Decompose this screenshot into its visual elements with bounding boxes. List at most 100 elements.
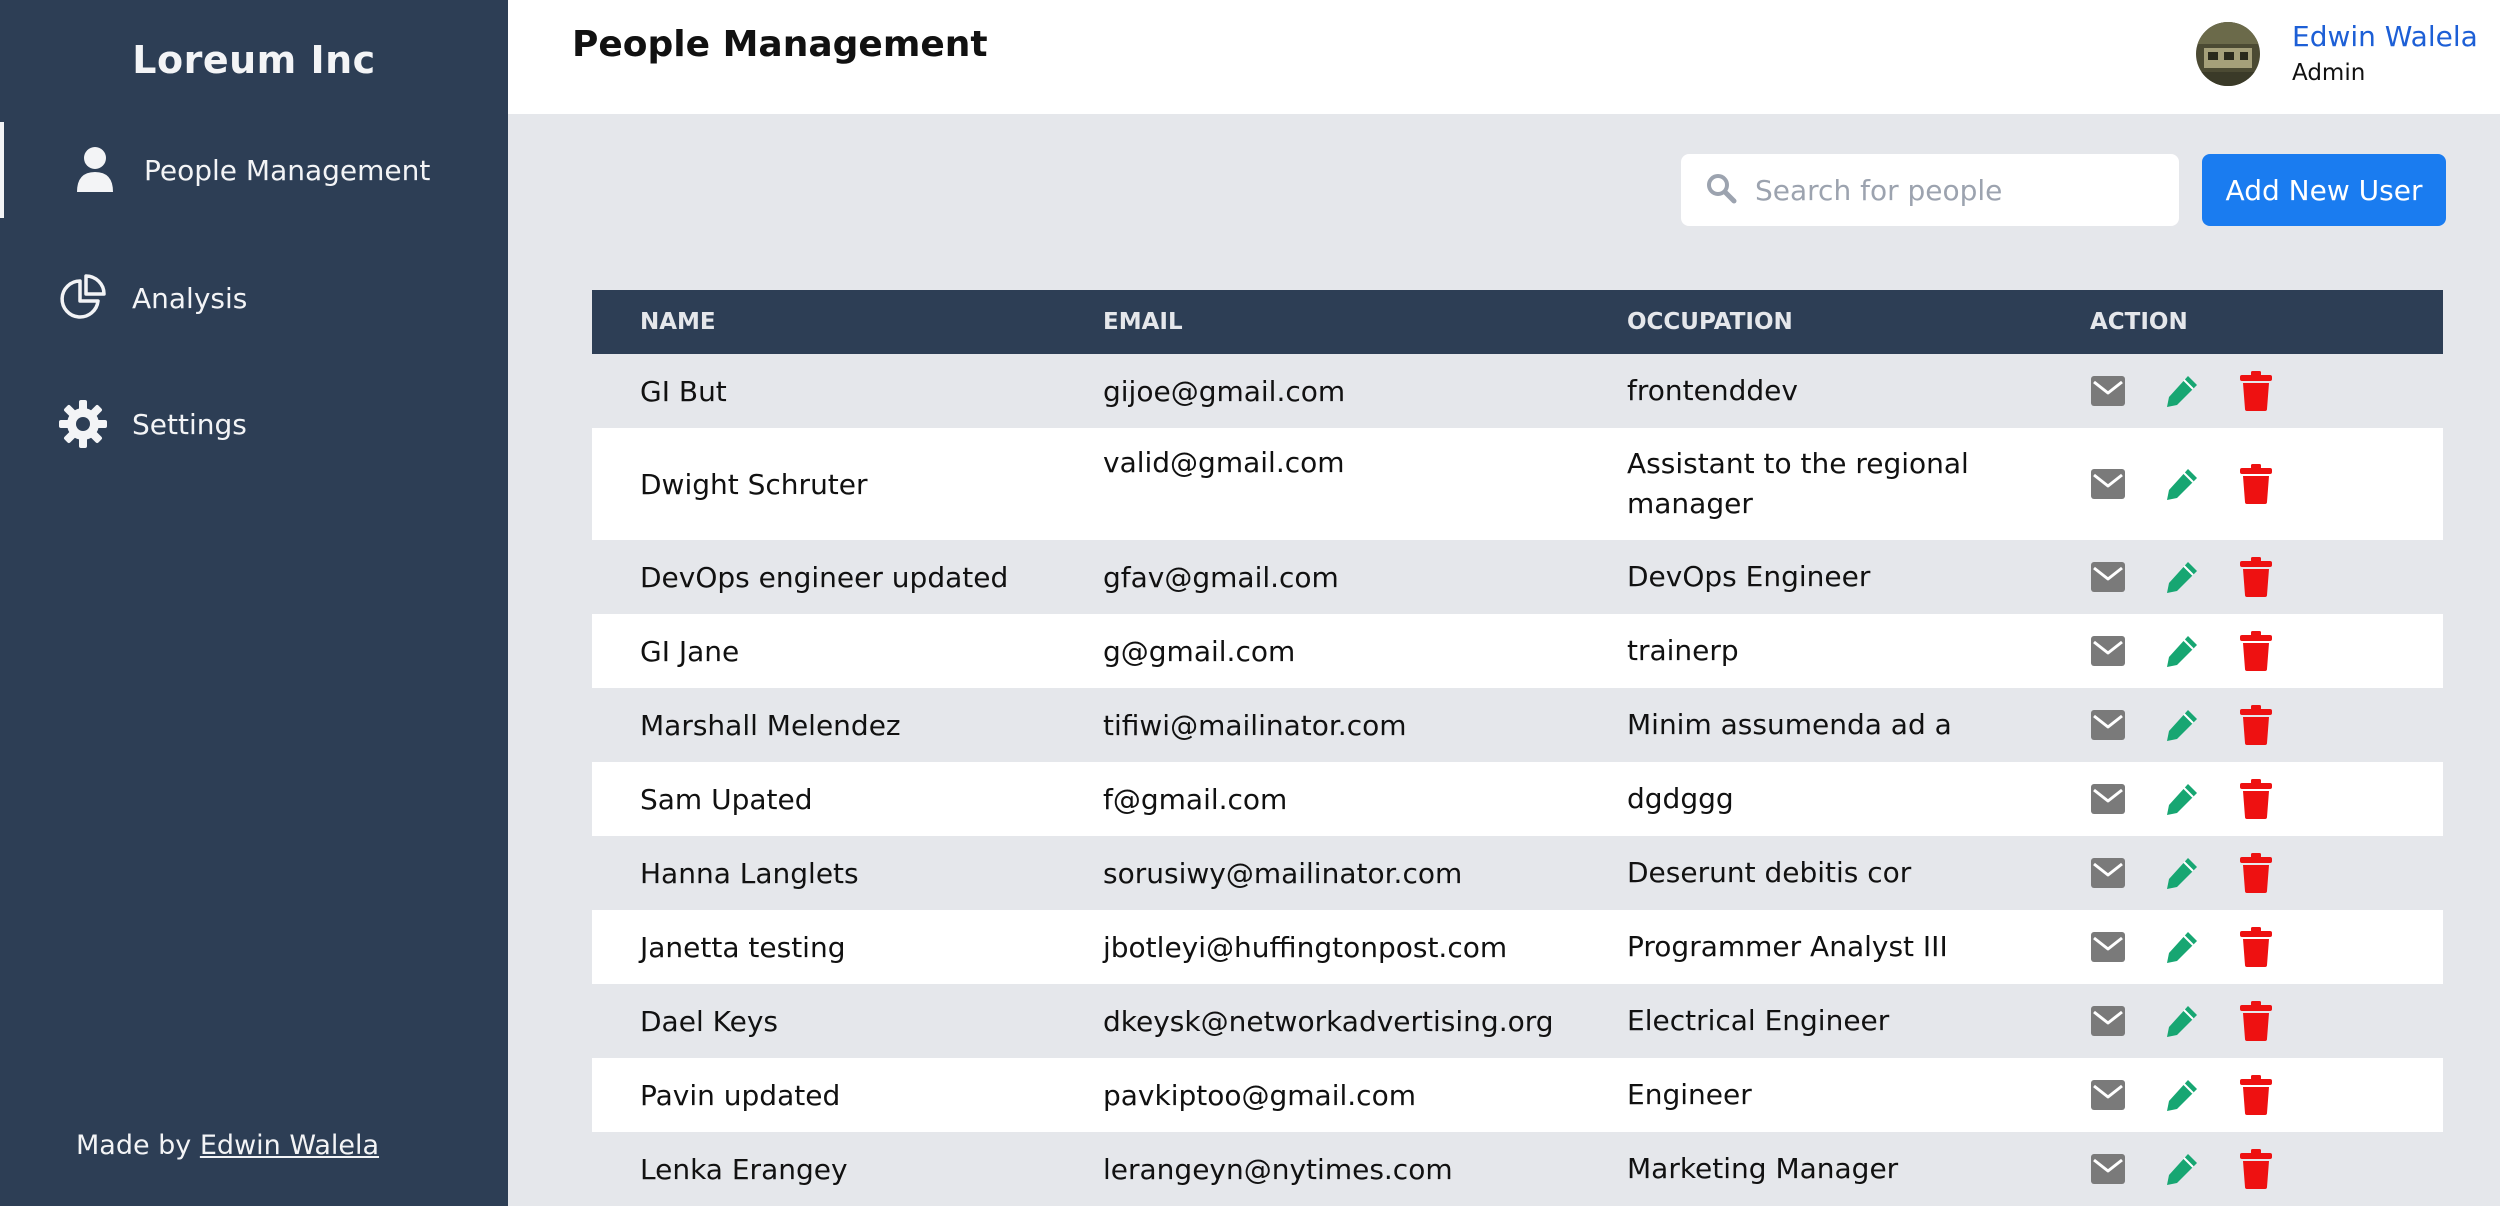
- author-link[interactable]: Edwin Walela: [200, 1130, 379, 1161]
- cell-occupation: DevOps Engineer: [1627, 560, 1871, 593]
- email-icon[interactable]: [2090, 1075, 2126, 1115]
- cell-occupation: trainerp: [1627, 634, 1739, 667]
- email-icon[interactable]: [2090, 631, 2126, 671]
- main-content: People Management Edwin Walela Admin Sea…: [508, 0, 2500, 1206]
- cell-occupation: Assistant to the regional manager: [1627, 447, 1969, 520]
- email-icon[interactable]: [2090, 1149, 2126, 1189]
- cell-occupation: Deserunt debitis cor: [1627, 856, 1912, 889]
- delete-icon[interactable]: [2238, 1001, 2274, 1041]
- cell-email: jbotleyi@huffingtonpost.com: [1103, 930, 1508, 964]
- sidebar-item-label: Analysis: [132, 281, 248, 315]
- people-table: NAME EMAIL OCCUPATION ACTION GI But gijo…: [592, 290, 2443, 1206]
- cell-actions: [2042, 354, 2443, 428]
- table-row: GI But gijoe@gmail.com frontenddev: [592, 354, 2443, 428]
- delete-icon[interactable]: [2238, 557, 2274, 597]
- delete-icon[interactable]: [2238, 705, 2274, 745]
- cell-occupation: Engineer: [1627, 1078, 1752, 1111]
- sidebar-item-analysis[interactable]: Analysis: [0, 250, 508, 346]
- edit-icon[interactable]: [2164, 1075, 2200, 1115]
- table-row: Janetta testing jbotleyi@huffingtonpost.…: [592, 910, 2443, 984]
- cell-actions: [2042, 428, 2443, 540]
- cell-name: Dwight Schruter: [640, 467, 868, 501]
- table-row: DevOps engineer updated gfav@gmail.com D…: [592, 540, 2443, 614]
- cell-actions: [2042, 540, 2443, 614]
- table-row: Pavin updated pavkiptoo@gmail.com Engine…: [592, 1058, 2443, 1132]
- sidebar-item-label: People Management: [144, 153, 431, 187]
- cell-email: tifiwi@mailinator.com: [1103, 708, 1407, 742]
- email-icon[interactable]: [2090, 557, 2126, 597]
- cell-actions: [2042, 762, 2443, 836]
- avatar[interactable]: [2196, 22, 2260, 86]
- cell-name: Marshall Melendez: [640, 708, 901, 742]
- email-icon[interactable]: [2090, 779, 2126, 819]
- sidebar-item-settings[interactable]: Settings: [0, 376, 508, 472]
- email-icon[interactable]: [2090, 853, 2126, 893]
- delete-icon[interactable]: [2238, 371, 2274, 411]
- edit-icon[interactable]: [2164, 853, 2200, 893]
- cell-actions: [2042, 688, 2443, 762]
- cell-email: gfav@gmail.com: [1103, 560, 1339, 594]
- cell-email: lerangeyn@nytimes.com: [1103, 1152, 1453, 1186]
- table-header-row: NAME EMAIL OCCUPATION ACTION: [592, 290, 2443, 354]
- search-box[interactable]: [1681, 154, 2179, 226]
- cell-email: sorusiwy@mailinator.com: [1103, 856, 1463, 890]
- cell-email: f@gmail.com: [1103, 782, 1288, 816]
- email-icon[interactable]: [2090, 705, 2126, 745]
- top-bar: People Management Edwin Walela Admin: [508, 0, 2500, 114]
- cell-actions: [2042, 1132, 2443, 1206]
- email-icon[interactable]: [2090, 464, 2126, 504]
- page-title: People Management: [572, 24, 988, 65]
- search-input[interactable]: [1755, 173, 2155, 207]
- email-icon[interactable]: [2090, 1001, 2126, 1041]
- edit-icon[interactable]: [2164, 557, 2200, 597]
- edit-icon[interactable]: [2164, 464, 2200, 504]
- delete-icon[interactable]: [2238, 464, 2274, 504]
- table-row: Hanna Langlets sorusiwy@mailinator.com D…: [592, 836, 2443, 910]
- column-header-name: NAME: [640, 309, 716, 335]
- pie-chart-icon: [58, 273, 108, 323]
- cell-actions: [2042, 910, 2443, 984]
- email-icon[interactable]: [2090, 371, 2126, 411]
- delete-icon[interactable]: [2238, 631, 2274, 671]
- sidebar-item-people-management[interactable]: People Management: [0, 122, 508, 218]
- cell-name: Sam Upated: [640, 782, 813, 816]
- delete-icon[interactable]: [2238, 779, 2274, 819]
- delete-icon[interactable]: [2238, 853, 2274, 893]
- sidebar-item-label: Settings: [132, 407, 247, 441]
- user-name-link[interactable]: Edwin Walela: [2292, 20, 2478, 53]
- cell-occupation: Electrical Engineer: [1627, 1004, 1890, 1037]
- cell-name: GI Jane: [640, 634, 740, 668]
- email-icon[interactable]: [2090, 927, 2126, 967]
- cell-actions: [2042, 836, 2443, 910]
- cell-occupation: Minim assumenda ad a: [1627, 708, 1952, 741]
- table-row: Dwight Schruter valid@gmail.com Assistan…: [592, 428, 2443, 540]
- cell-occupation: frontenddev: [1627, 374, 1798, 407]
- cell-name: Hanna Langlets: [640, 856, 859, 890]
- table-row: GI Jane g@gmail.com trainerp: [592, 614, 2443, 688]
- edit-icon[interactable]: [2164, 1149, 2200, 1189]
- cell-email: valid@gmail.com: [1103, 446, 1345, 479]
- cell-email: pavkiptoo@gmail.com: [1103, 1078, 1416, 1112]
- sidebar: Loreum Inc People Management Analysis Se…: [0, 0, 508, 1206]
- column-header-action: ACTION: [2090, 309, 2188, 335]
- cell-name: GI But: [640, 374, 727, 408]
- app: Loreum Inc People Management Analysis Se…: [0, 0, 2500, 1206]
- edit-icon[interactable]: [2164, 1001, 2200, 1041]
- cell-name: Pavin updated: [640, 1078, 841, 1112]
- cell-name: Dael Keys: [640, 1004, 778, 1038]
- add-new-user-button[interactable]: Add New User: [2202, 154, 2446, 226]
- edit-icon[interactable]: [2164, 779, 2200, 819]
- table-row: Sam Upated f@gmail.com dgdggg: [592, 762, 2443, 836]
- cell-name: DevOps engineer updated: [640, 560, 1009, 594]
- cell-actions: [2042, 984, 2443, 1058]
- delete-icon[interactable]: [2238, 1149, 2274, 1189]
- edit-icon[interactable]: [2164, 631, 2200, 671]
- footer-credit: Made by Edwin Walela: [76, 1130, 379, 1161]
- edit-icon[interactable]: [2164, 927, 2200, 967]
- cell-occupation: dgdggg: [1627, 782, 1734, 815]
- delete-icon[interactable]: [2238, 927, 2274, 967]
- edit-icon[interactable]: [2164, 371, 2200, 411]
- edit-icon[interactable]: [2164, 705, 2200, 745]
- search-icon: [1705, 172, 1737, 208]
- delete-icon[interactable]: [2238, 1075, 2274, 1115]
